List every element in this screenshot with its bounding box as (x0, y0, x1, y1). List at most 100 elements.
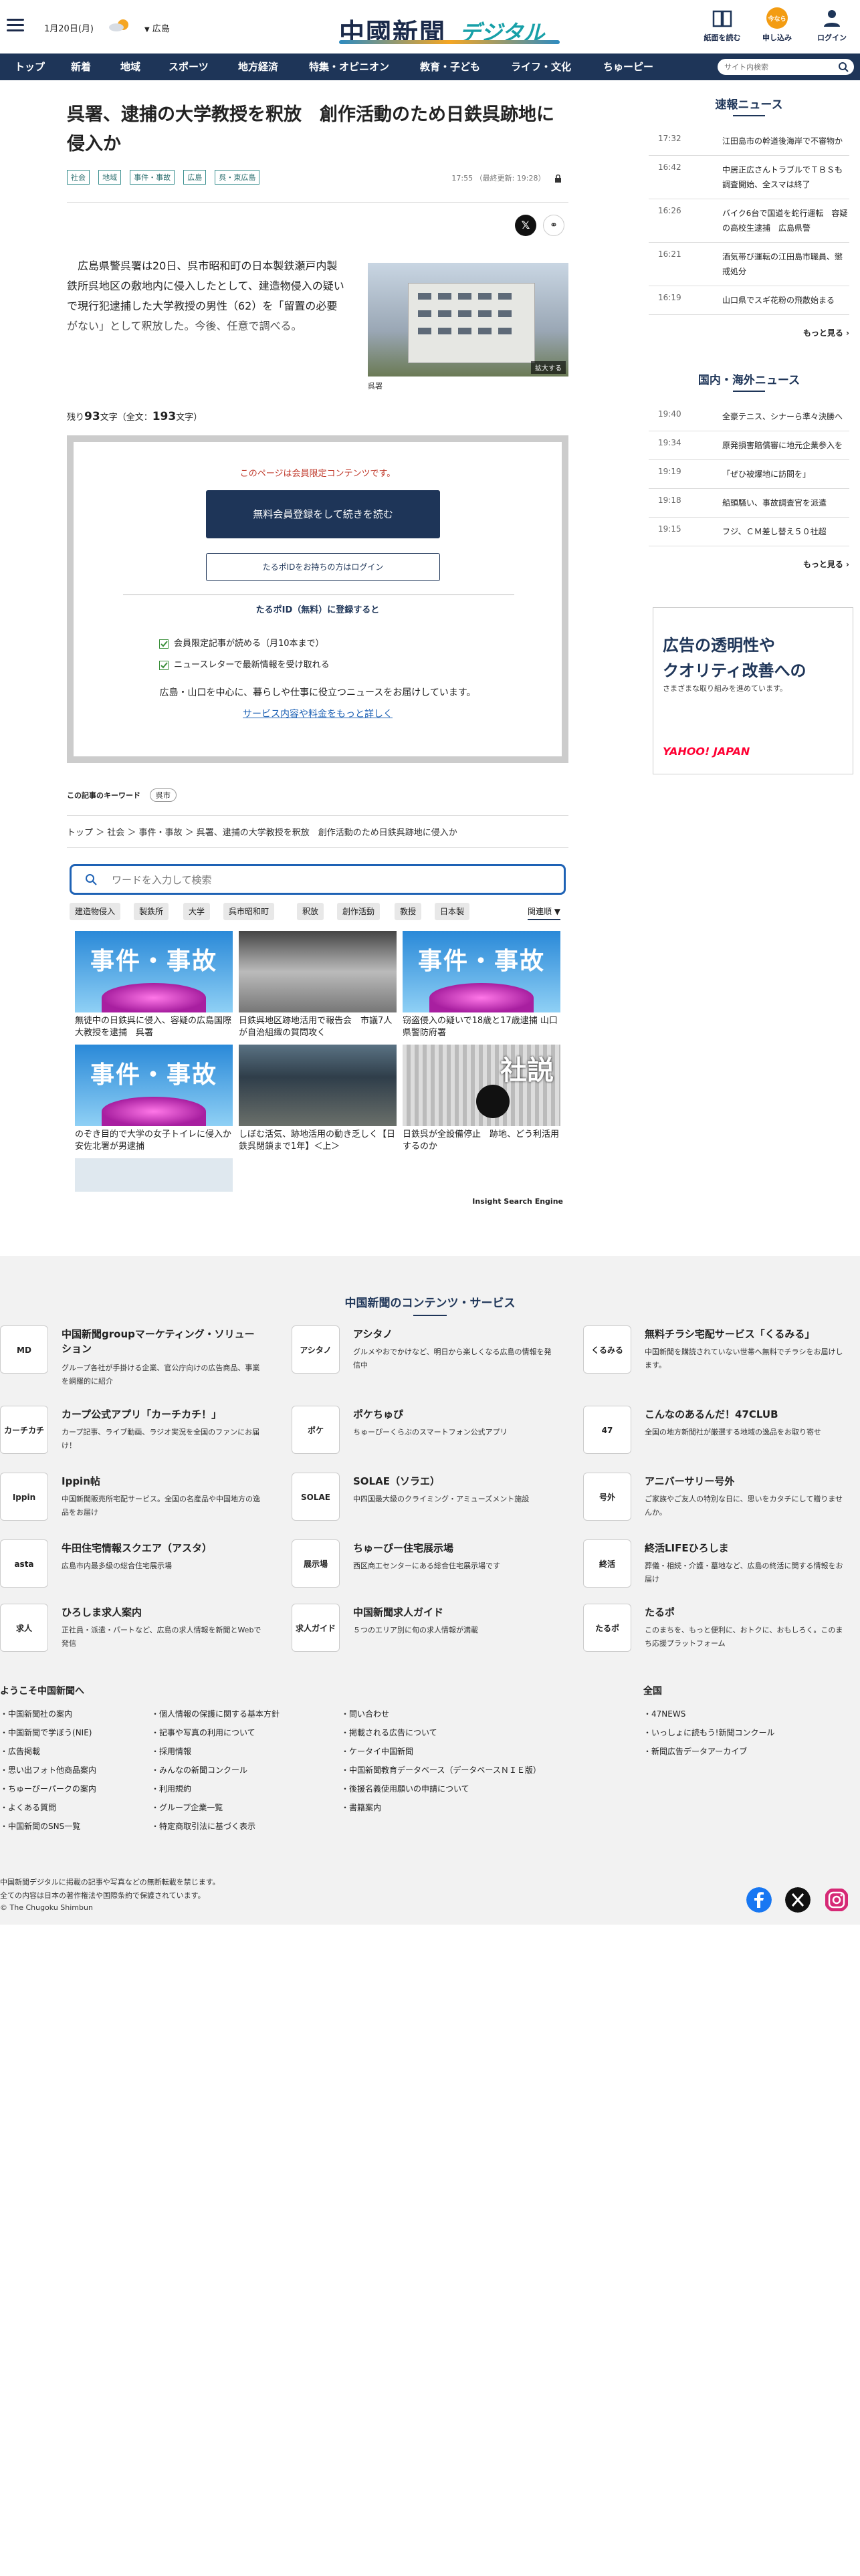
nav-latest[interactable]: 新着 (71, 53, 91, 80)
service-item[interactable]: Ippin Ippin帖 中国新聞販売所宅配サービス。全国の名産品や中国地方の逸品を… (0, 1473, 294, 1533)
footer-link[interactable]: 広告掲載 (0, 1745, 40, 1757)
region-selector[interactable]: 広島 (144, 21, 170, 34)
footer-link[interactable]: 中国新聞のSNS一覧 (0, 1820, 80, 1832)
x-icon[interactable] (785, 1887, 811, 1913)
chip[interactable]: 建造物侵入 (70, 903, 121, 920)
chip[interactable]: 釈放 (297, 903, 324, 920)
nav-education[interactable]: 教育・子ども (420, 53, 480, 80)
news-item[interactable]: 16:19 山口県でスギ花粉の飛散始まる (649, 286, 849, 315)
login-button[interactable]: ログイン (811, 7, 853, 43)
footer-link[interactable]: 個人情報の保護に関する基本方針 (151, 1708, 280, 1719)
service-item[interactable]: MD 中国新聞groupマーケティング・ソリューション グループ各社が手掛ける企業、… (0, 1325, 294, 1386)
footer-link[interactable]: 書籍案内 (341, 1802, 381, 1813)
footer-link[interactable]: 掲載される広告について (341, 1727, 437, 1738)
paywall-login-button[interactable]: たるポIDをお持ちの方はログイン (206, 553, 440, 581)
footer-link[interactable]: 中国新聞教育データベース（データベースＮＩＥ版） (341, 1764, 541, 1776)
service-item[interactable]: 47 こんなのあるんだ！47CLUB 全国の地方新聞社が厳選する地域の逸品をお取り寄… (583, 1406, 860, 1466)
service-item[interactable]: 求人ガイド 中国新聞求人ガイド ５つのエリア別に旬の求人情報が満載 (292, 1604, 586, 1664)
menu-icon[interactable] (7, 19, 24, 32)
news-item[interactable]: 19:19 「ぜひ被爆地に訪問を」 (649, 460, 849, 489)
domestic-more-link[interactable]: もっと見る (649, 558, 849, 570)
footer-link[interactable]: いっしょに読もう!新聞コンクール (643, 1727, 774, 1738)
footer-link[interactable]: 中国新聞社の案内 (0, 1708, 72, 1719)
footer-link[interactable]: グループ企業一覧 (151, 1802, 223, 1813)
chip[interactable]: 教授 (395, 903, 422, 920)
chip[interactable]: 呉市昭和町 (223, 903, 275, 920)
tag-region[interactable]: 地域 (98, 170, 122, 185)
service-item[interactable]: くるみる 無料チラシ宅配サービス「くるみる」 中国新聞を購読されていない世帯へ無料で… (583, 1325, 860, 1386)
tag-society[interactable]: 社会 (67, 170, 90, 185)
footer-link[interactable]: 利用規約 (151, 1783, 191, 1794)
sort-select[interactable]: 関連順 ▼ (527, 903, 560, 920)
chip[interactable]: 製鉄所 (134, 903, 169, 920)
service-item[interactable]: 求人 ひろしま求人案内 正社員・派遣・パートなど、広島の求人情報を新聞とWebで発信 (0, 1604, 294, 1664)
news-item[interactable]: 19:18 船頭騒い、事故調査官を派遣 (649, 489, 849, 518)
service-item[interactable]: カーチカチ カープ公式アプリ「カーチカチ！」 カープ記事、ライブ動画、ラジオ実況を全… (0, 1406, 294, 1466)
service-item[interactable]: たるポ たるポ このまちを、もっと便利に、おトクに、おもしろく。このまち応援プラット… (583, 1604, 860, 1664)
related-card[interactable]: 事件・事故 のぞき目的で大学の女子トイレに侵入か 安佐北署が男逮捕 (75, 1045, 240, 1153)
search-icon[interactable] (838, 62, 849, 72)
service-item[interactable]: ポケ ポケちゅぴ ちゅーぴーくらぶのスマートフォン公式アプリ (292, 1406, 586, 1466)
related-card[interactable] (75, 1158, 233, 1192)
news-item[interactable]: 16:21 酒気帯び運転の江田島市職員、懲戒処分 (649, 243, 849, 286)
footer-link[interactable]: よくある質問 (0, 1802, 56, 1813)
footer-link[interactable]: 後援名義使用願いの申請について (341, 1783, 469, 1794)
nav-sports[interactable]: スポーツ (169, 53, 209, 80)
related-search-input[interactable] (112, 873, 513, 887)
chip[interactable]: 大学 (183, 903, 211, 920)
chip[interactable]: 創作活動 (337, 903, 381, 920)
footer-link[interactable]: みんなの新聞コンクール (151, 1764, 247, 1776)
news-item[interactable]: 19:40 全豪テニス、シナーら準々決勝へ (649, 403, 849, 431)
breaking-more-link[interactable]: もっと見る (649, 327, 849, 338)
footer-link[interactable]: 記事や写真の利用について (151, 1727, 255, 1738)
sidebar-ad[interactable]: 広告の透明性や クオリティ改善への さまざまな取り組みを進めています。 YAHO… (653, 607, 853, 774)
footer-link[interactable]: 問い合わせ (341, 1708, 389, 1719)
nav-chupy[interactable]: ちゅーピー (603, 53, 653, 80)
news-item[interactable]: 16:42 中居正広さんトラブルでＴＢＳも調査開始、全スマは終了 (649, 156, 849, 199)
x-share-icon[interactable]: 𝕏 (515, 215, 536, 236)
news-item[interactable]: 17:32 江田島市の幹道後海岸で不審物か (649, 127, 849, 156)
service-item[interactable]: 終活 終活LIFEひろしま 葬儀・相続・介護・墓地など、広島の終活に関する情報をお届… (583, 1539, 860, 1600)
site-search-input[interactable] (724, 60, 831, 74)
service-item[interactable]: SOLAE SOLAE（ソラエ） 中四国最大級のクライミング・アミューズメント施設 (292, 1473, 586, 1533)
tag-incident[interactable]: 事件・事故 (130, 170, 175, 185)
nav-opinion[interactable]: 特集・オピニオン (309, 53, 389, 80)
tag-kure[interactable]: 呉・東広島 (215, 170, 260, 185)
copy-link-icon[interactable]: ⚭ (543, 215, 564, 236)
footer-link[interactable]: 思い出フォト他商品案内 (0, 1764, 96, 1776)
related-card[interactable]: 日鉄呉地区跡地活用で報告会 市議7人が自治組織の質問攻く (239, 931, 397, 1039)
instagram-icon[interactable] (824, 1887, 849, 1913)
site-logo[interactable]: 中國新聞 デジタル (339, 8, 560, 47)
footer-link[interactable]: 47NEWS (643, 1708, 685, 1719)
register-button[interactable]: 無料会員登録をして続きを読む (206, 490, 440, 538)
article-photo[interactable]: 拡大する (368, 263, 568, 377)
news-item[interactable]: 19:15 フジ、ＣＭ差し替え５０社超 (649, 518, 849, 546)
service-item[interactable]: 号外 アニバーサリー号外 ご家族やご友人の特別な日に、思いをカタチにして贈りませんか… (583, 1473, 860, 1533)
subscribe-button[interactable]: 今なら 申し込み (756, 7, 798, 43)
tag-hiroshima[interactable]: 広島 (183, 170, 207, 185)
breadcrumb[interactable]: トップ ＞ 社会 ＞ 事件・事故 ＞ 呉署、逮捕の大学教授を釈放 創作活動のため… (67, 825, 568, 838)
news-item[interactable]: 16:26 バイク6台で国道を蛇行運転 容疑の高校生逮捕 広島県警 (649, 199, 849, 243)
service-details-link[interactable]: サービス内容や料金をもっと詳しく (74, 707, 562, 720)
related-card[interactable]: しぼむ活気、跡地活用の動き乏しく【日鉄呉閉鎖まで1年】＜上＞ (239, 1045, 397, 1153)
related-card[interactable]: 社説 日鉄呉が全設備停止 跡地、どう利活用するのか (403, 1045, 560, 1153)
nav-life[interactable]: ライフ・文化 (511, 53, 571, 80)
nav-top[interactable]: トップ (15, 53, 45, 80)
footer-link[interactable]: 新聞広告データアーカイブ (643, 1745, 747, 1757)
related-card[interactable]: 事件・事故 窃盗侵入の疑いで18歳と17歳逮捕 山口県警防府署 (403, 931, 560, 1039)
nav-region[interactable]: 地域 (120, 53, 140, 80)
expand-photo-button[interactable]: 拡大する (531, 361, 566, 374)
facebook-icon[interactable] (746, 1887, 772, 1913)
read-paper-button[interactable]: 紙面を読む (701, 7, 744, 43)
footer-link[interactable]: 中国新聞で学ぼう(NIE) (0, 1727, 92, 1738)
footer-link[interactable]: 特定商取引法に基づく表示 (151, 1820, 255, 1832)
footer-link[interactable]: ケータイ中国新聞 (341, 1745, 413, 1757)
chip[interactable]: 日本製 (435, 903, 470, 920)
service-item[interactable]: asta 牛田住宅情報スクエア（アスタ） 広島市内最多級の総合住宅展示場 (0, 1539, 294, 1600)
nav-economy[interactable]: 地方経済 (238, 53, 278, 80)
service-item[interactable]: アシタノ アシタノ グルメやおでかけなど、明日から楽しくなる広島の情報を発信中 (292, 1325, 586, 1386)
news-item[interactable]: 19:34 原発損害賠償審に地元企業参入を (649, 431, 849, 460)
footer-link[interactable]: ちゅーぴーパークの案内 (0, 1783, 96, 1794)
footer-link[interactable]: 採用情報 (151, 1745, 191, 1757)
keyword-chip[interactable]: 呉市 (149, 788, 177, 802)
